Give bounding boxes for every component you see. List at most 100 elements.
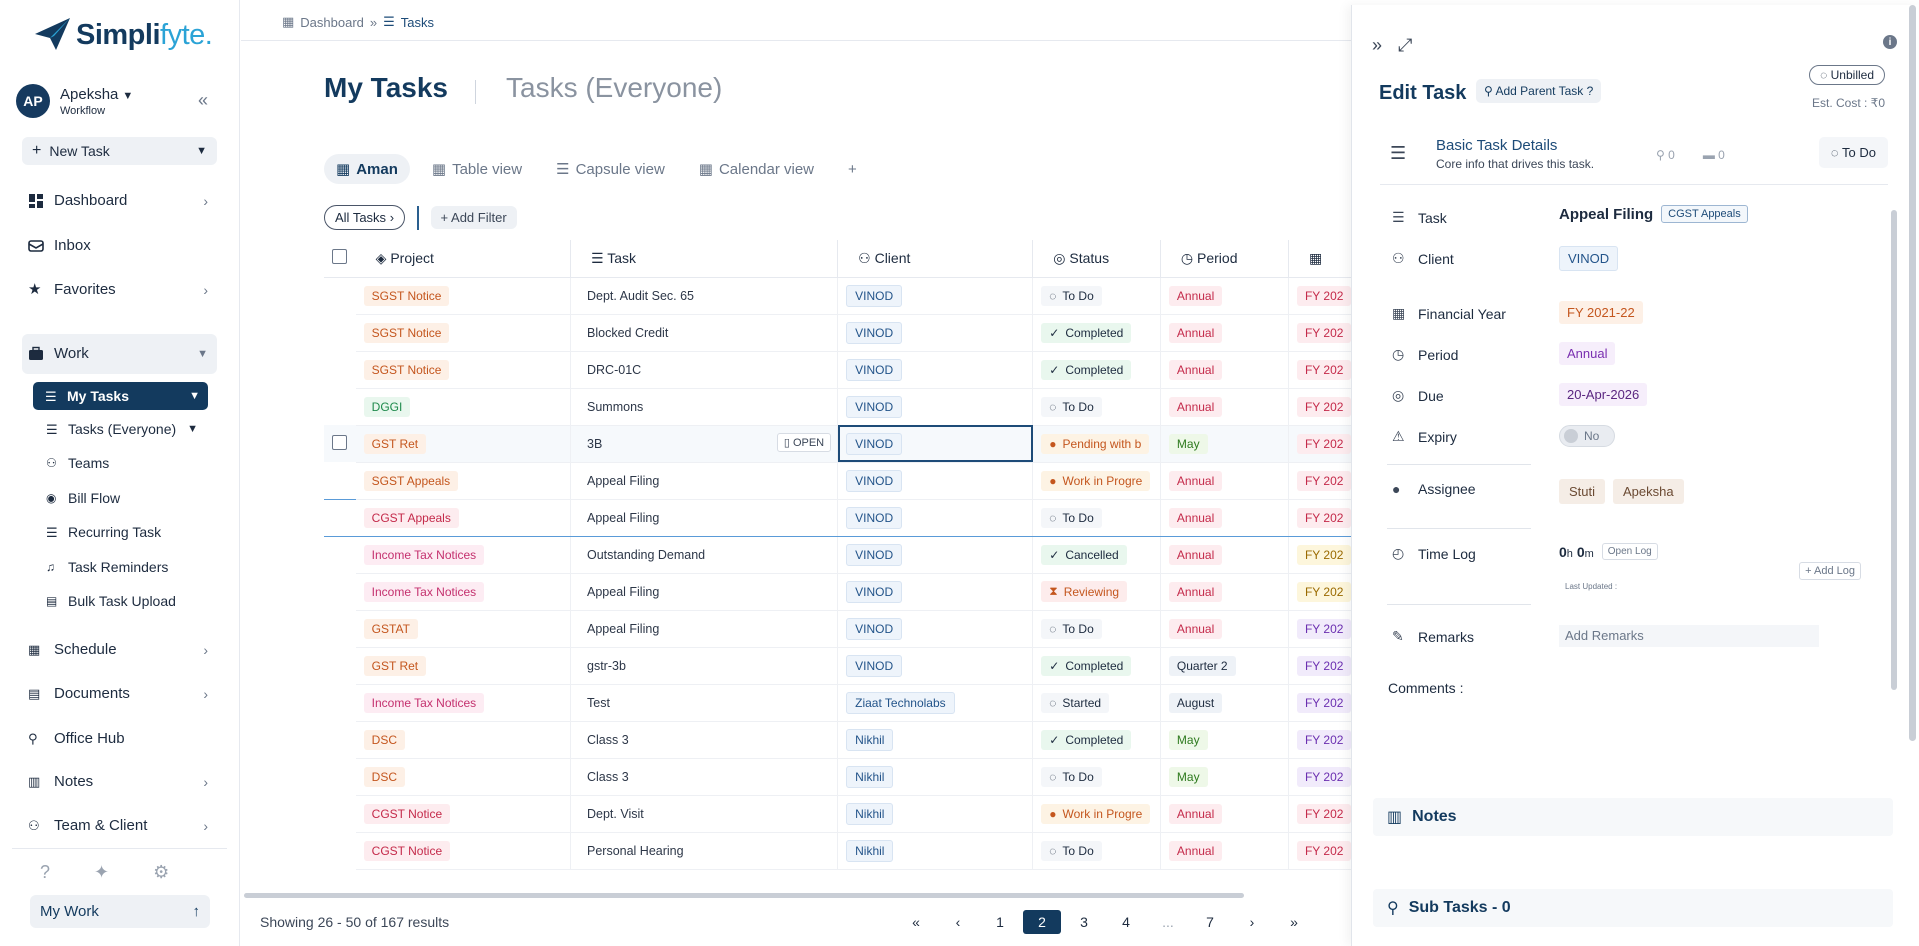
fy-cell[interactable]: FY 202 [1288,462,1352,500]
period-tag[interactable]: Annual [1168,359,1223,380]
task-name[interactable]: Summons [587,400,643,414]
task-cell[interactable]: DRC-01C [570,351,839,389]
sidebar-item-tasks-everyone[interactable]: ☰ Tasks (Everyone) ▼ [46,421,206,437]
tab-tasks-everyone[interactable]: Tasks (Everyone) [506,72,722,104]
tab-calendar-view[interactable]: ▦ Calendar view [687,154,826,184]
sidebar-item-notes[interactable]: ▥ Notes › [28,773,208,790]
due-date-chip[interactable]: 20-Apr-2026 [1559,383,1648,406]
period-tag[interactable]: Annual [1168,618,1223,639]
fy-cell[interactable]: FY 202 [1288,388,1352,426]
project-tag[interactable]: SGST Notice [363,285,450,306]
task-cell[interactable]: gstr-3b [570,647,839,685]
project-cell[interactable]: SGST Notice [355,314,571,352]
task-name[interactable]: Personal Hearing [587,844,684,858]
period-tag[interactable]: Annual [1168,396,1223,417]
new-task-button[interactable]: + New Task ▼ [22,137,217,165]
task-name[interactable]: Appeal Filing [587,622,659,636]
period-cell[interactable]: Annual [1160,795,1289,833]
expiry-toggle[interactable]: No [1559,425,1615,447]
project-cell[interactable]: CGST Notice [355,832,571,870]
task-cell[interactable]: Blocked Credit [570,314,839,352]
period-cell[interactable]: Annual [1160,277,1289,315]
remarks-input[interactable]: Add Remarks [1559,625,1819,647]
client-cell[interactable]: Nikhil [837,795,1034,833]
my-work-button[interactable]: My Work ↑ [30,895,210,928]
period-tag[interactable]: Annual [1168,803,1223,824]
status-badge[interactable]: ◌ To Do [1041,507,1102,528]
column-header-fy[interactable]: ▦ [1288,240,1352,278]
project-cell[interactable]: DGGI [355,388,571,426]
client-cell[interactable]: Nikhil [837,721,1034,759]
period-cell[interactable]: Annual [1160,498,1289,537]
fy-tag[interactable]: FY 202 [1296,285,1352,306]
period-cell[interactable]: May [1160,721,1289,759]
fy-tag[interactable]: FY 202 [1296,618,1352,639]
close-panel-icon[interactable]: » [1372,35,1382,56]
table-row[interactable]: DGGI Summons VINOD ◌ To Do Annual FY 202 [324,388,1352,426]
fy-tag[interactable]: FY 202 [1296,692,1352,713]
project-cell[interactable]: DSC [355,758,571,796]
status-badge[interactable]: ● Work in Progre [1041,470,1151,491]
status-badge[interactable]: ● Pending with b [1041,433,1150,454]
period-tag[interactable]: Annual [1168,322,1223,343]
client-tag[interactable]: VINOD [846,321,903,344]
client-cell[interactable]: Ziaat Technolabs [837,684,1034,722]
table-row[interactable]: CGST Appeals Appeal Filing VINOD ◌ To Do Annu… [324,498,1352,537]
status-badge[interactable]: ◌ To Do [1041,618,1102,639]
client-tag[interactable]: VINOD [846,506,903,529]
period-tag[interactable]: August [1168,692,1223,713]
fy-tag[interactable]: FY 202 [1296,507,1352,528]
client-tag[interactable]: Nikhil [846,728,894,751]
task-name[interactable]: Appeal Filing [587,511,659,525]
sidebar-item-favorites[interactable]: ★ Favorites › [28,281,208,298]
period-chip[interactable]: Annual [1559,342,1616,365]
period-cell[interactable]: Quarter 2 [1160,647,1289,685]
first-page-button[interactable]: « [895,910,937,934]
client-tag[interactable]: VINOD [846,358,903,381]
prev-page-button[interactable]: ‹ [937,910,979,934]
client-tag[interactable]: VINOD [846,580,903,603]
table-row[interactable]: Income Tax Notices Appeal Filing VINOD ⧗ Rev… [324,573,1352,611]
period-cell[interactable]: Annual [1160,610,1289,648]
open-log-button[interactable]: Open Log [1601,543,1658,560]
column-header-task[interactable]: ☰ Task [570,240,839,278]
task-name[interactable]: Appeal Filing [587,474,659,488]
page-scrollbar[interactable] [1909,5,1916,741]
client-tag[interactable]: VINOD [846,432,903,455]
sidebar-item-inbox[interactable]: Inbox [28,237,208,254]
table-row[interactable]: Income Tax Notices Outstanding Demand VINO… [324,536,1352,574]
client-cell[interactable]: VINOD [837,536,1034,574]
task-cell[interactable]: Personal Hearing [570,832,839,870]
client-tag[interactable]: VINOD [846,654,903,677]
table-row[interactable]: DSC Class 3 Nikhil ◌ To Do May FY 202 [324,758,1352,796]
table-row[interactable]: SGST Notice Blocked Credit VINOD ✓ Completed… [324,314,1352,352]
client-tag[interactable]: VINOD [846,543,903,566]
fy-cell[interactable]: FY 202 [1288,795,1352,833]
project-cell[interactable]: CGST Appeals [355,498,571,537]
column-header-status[interactable]: ◎ Status [1032,240,1161,278]
status-cell[interactable]: ✓ Completed [1032,647,1161,685]
page-button[interactable]: 3 [1063,910,1105,934]
fy-tag[interactable]: FY 202 [1296,433,1352,454]
status-cell[interactable]: ● Work in Progre [1032,795,1161,833]
fy-cell[interactable]: FY 202 [1288,425,1352,463]
project-cell[interactable]: SGST Appeals [355,462,571,500]
status-cell[interactable]: ◌ To Do [1032,832,1161,870]
column-header-client[interactable]: ⚇ Client [837,240,1034,278]
project-tag[interactable]: Income Tax Notices [363,581,485,602]
period-tag[interactable]: May [1168,433,1208,454]
add-filter-button[interactable]: + Add Filter [430,206,517,229]
sidebar-item-bulk-upload[interactable]: ▤ Bulk Task Upload [46,593,206,609]
status-badge[interactable]: ✓ Cancelled [1041,544,1127,565]
fy-cell[interactable]: FY 202 [1288,758,1352,796]
sidebar-item-work[interactable]: Work ▼ [28,345,208,362]
status-cell[interactable]: ◌ To Do [1032,610,1161,648]
select-all-checkbox[interactable] [332,249,347,265]
fy-tag[interactable]: FY 202 [1296,396,1352,417]
fy-tag[interactable]: FY 202 [1296,729,1352,750]
client-cell[interactable]: VINOD [837,351,1034,389]
task-cell[interactable]: Summons [570,388,839,426]
period-tag[interactable]: Annual [1168,581,1223,602]
task-name[interactable]: gstr-3b [587,659,626,673]
project-tag[interactable]: GSTAT [363,618,418,639]
